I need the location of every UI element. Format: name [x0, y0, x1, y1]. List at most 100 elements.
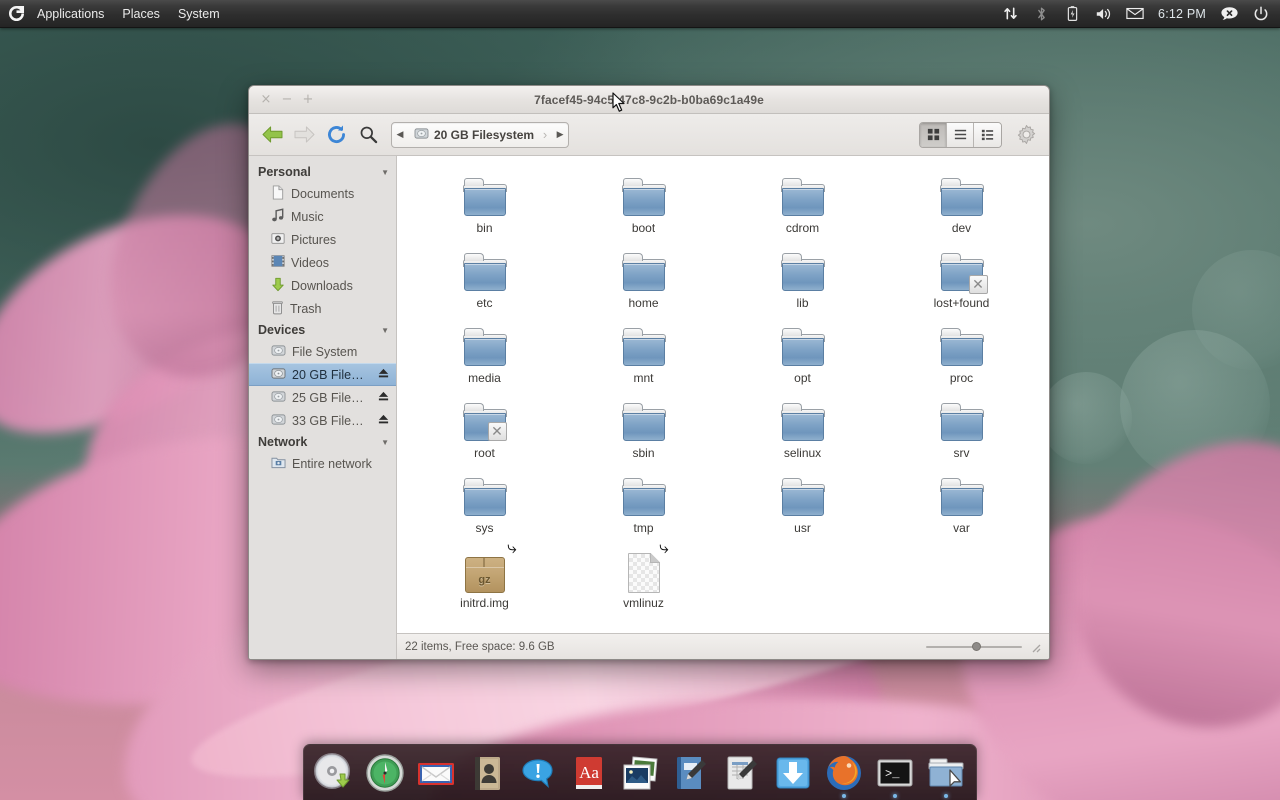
- dock-downloads[interactable]: [770, 744, 817, 798]
- sidebar-item-pictures[interactable]: Pictures: [249, 228, 396, 251]
- battery-icon[interactable]: [1057, 0, 1088, 27]
- dock-mail[interactable]: [412, 744, 459, 798]
- dock-contacts[interactable]: [463, 744, 510, 798]
- dock-photos[interactable]: [616, 744, 663, 798]
- file-item[interactable]: var: [882, 468, 1041, 543]
- sidebar-item-music[interactable]: Music: [249, 205, 396, 228]
- file-item[interactable]: ✕ lost+found: [882, 243, 1041, 318]
- resize-grip[interactable]: [1028, 640, 1041, 653]
- breadcrumb-item-20gb[interactable]: 20 GB Filesystem: [408, 123, 538, 147]
- file-manager-icon: [925, 752, 967, 794]
- forward-button[interactable]: [289, 120, 319, 150]
- dock-writer[interactable]: [668, 744, 715, 798]
- sidebar-item-downloads[interactable]: Downloads: [249, 274, 396, 297]
- dock-chat[interactable]: [514, 744, 561, 798]
- reload-button[interactable]: [321, 120, 351, 150]
- sidebar-group-network[interactable]: Network ▼: [249, 432, 396, 452]
- menu-places[interactable]: Places: [113, 0, 169, 27]
- file-item[interactable]: media: [405, 318, 564, 393]
- network-icon[interactable]: [995, 0, 1026, 27]
- view-compact-button[interactable]: [947, 123, 974, 147]
- file-item[interactable]: selinux: [723, 393, 882, 468]
- file-list-area[interactable]: bin boot cdrom: [397, 156, 1049, 659]
- file-item[interactable]: usr: [723, 468, 882, 543]
- running-indicator: [893, 794, 897, 798]
- file-item[interactable]: cdrom: [723, 168, 882, 243]
- folder-icon: [459, 247, 511, 293]
- bluetooth-icon[interactable]: [1026, 0, 1057, 27]
- window-body: Personal ▼ Documents: [249, 156, 1049, 659]
- file-item[interactable]: ⤷ vmlinuz: [564, 543, 723, 618]
- menu-applications[interactable]: Applications: [28, 0, 113, 27]
- back-button[interactable]: [257, 120, 287, 150]
- sidebar-item-20gb-filesystem[interactable]: 20 GB Filesy...: [249, 363, 396, 386]
- file-label: var: [953, 521, 970, 535]
- minimize-button[interactable]: −: [281, 94, 293, 106]
- sidebar-item-25gb-filesystem[interactable]: 25 GB Filesy...: [249, 386, 396, 409]
- maximize-button[interactable]: +: [302, 94, 314, 106]
- menu-system[interactable]: System: [169, 0, 229, 27]
- disc-burner-icon: [313, 752, 355, 794]
- eject-icon[interactable]: [374, 413, 390, 428]
- sidebar-group-devices[interactable]: Devices ▼: [249, 320, 396, 340]
- sidebar-group-personal[interactable]: Personal ▼: [249, 162, 396, 182]
- dock-files[interactable]: [923, 744, 970, 798]
- dock-terminal[interactable]: >_: [872, 744, 919, 798]
- file-item[interactable]: sys: [405, 468, 564, 543]
- file-item[interactable]: home: [564, 243, 723, 318]
- sidebar-item-documents[interactable]: Documents: [249, 182, 396, 205]
- panel-menu-area: Applications Places System: [0, 0, 229, 27]
- file-item[interactable]: boot: [564, 168, 723, 243]
- sidebar-item-videos[interactable]: Videos: [249, 251, 396, 274]
- dock-compass[interactable]: [361, 744, 408, 798]
- sidebar-item-label: Documents: [291, 187, 354, 201]
- eject-icon[interactable]: [374, 390, 390, 405]
- sidebar-item-trash[interactable]: Trash: [249, 297, 396, 320]
- volume-icon[interactable]: [1088, 0, 1119, 27]
- chat-offline-icon[interactable]: [1214, 0, 1245, 27]
- dock-firefox[interactable]: [821, 744, 868, 798]
- zoom-slider[interactable]: [926, 640, 1022, 654]
- clock[interactable]: 6:12 PM: [1150, 7, 1214, 21]
- gear-icon[interactable]: [1011, 120, 1041, 150]
- view-icons-button[interactable]: [920, 123, 947, 147]
- file-item[interactable]: bin: [405, 168, 564, 243]
- zoom-slider-knob[interactable]: [972, 642, 981, 651]
- close-button[interactable]: ×: [260, 94, 272, 106]
- file-item[interactable]: mnt: [564, 318, 723, 393]
- file-label: media: [468, 371, 501, 385]
- file-item[interactable]: ✕ root: [405, 393, 564, 468]
- eject-icon[interactable]: [374, 367, 390, 382]
- file-item[interactable]: tmp: [564, 468, 723, 543]
- statusbar: 22 items, Free space: 9.6 GB: [397, 633, 1049, 659]
- file-item[interactable]: dev: [882, 168, 1041, 243]
- dock-brasero[interactable]: [310, 744, 357, 798]
- file-item[interactable]: gz ⤷ initrd.img: [405, 543, 564, 618]
- search-button[interactable]: [353, 120, 383, 150]
- power-icon[interactable]: [1245, 0, 1276, 27]
- dock-calc[interactable]: [719, 744, 766, 798]
- file-label: etc: [476, 296, 492, 310]
- sidebar-item-label: 20 GB Filesy...: [292, 368, 368, 382]
- file-item[interactable]: etc: [405, 243, 564, 318]
- window-titlebar[interactable]: × − + 7facef45-94c5-47c8-9c2b-b0ba69c1a4…: [249, 86, 1049, 114]
- file-item[interactable]: proc: [882, 318, 1041, 393]
- chevron-down-icon[interactable]: ▼: [381, 438, 389, 447]
- file-manager-window[interactable]: × − + 7facef45-94c5-47c8-9c2b-b0ba69c1a4…: [248, 85, 1050, 660]
- file-item[interactable]: lib: [723, 243, 882, 318]
- file-item[interactable]: sbin: [564, 393, 723, 468]
- folder-icon: [777, 172, 829, 218]
- file-item[interactable]: opt: [723, 318, 882, 393]
- chevron-down-icon[interactable]: ▼: [381, 168, 389, 177]
- breadcrumb-next-button[interactable]: ▶: [552, 123, 568, 147]
- chevron-down-icon[interactable]: ▼: [381, 326, 389, 335]
- breadcrumb-prev-button[interactable]: ◀: [392, 123, 408, 147]
- mint-logo-icon[interactable]: [0, 0, 28, 27]
- sidebar-item-33gb-filesystem[interactable]: 33 GB Filesy...: [249, 409, 396, 432]
- file-item[interactable]: srv: [882, 393, 1041, 468]
- view-details-button[interactable]: [974, 123, 1001, 147]
- dock-dictionary[interactable]: Aa: [565, 744, 612, 798]
- sidebar-item-file-system[interactable]: File System: [249, 340, 396, 363]
- mail-icon[interactable]: [1119, 0, 1150, 27]
- sidebar-item-entire-network[interactable]: Entire network: [249, 452, 396, 475]
